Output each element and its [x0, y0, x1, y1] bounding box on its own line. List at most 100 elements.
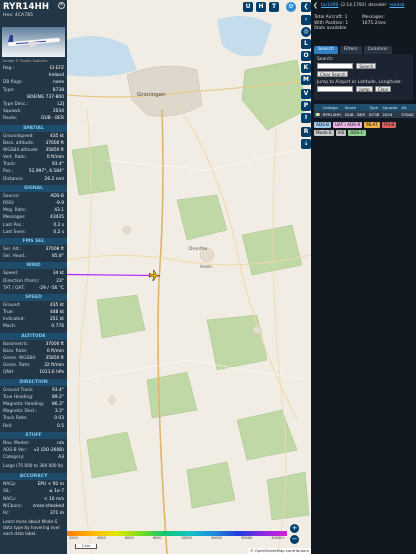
filter-icon[interactable]: ⇣ [301, 139, 311, 149]
callsign[interactable]: RYR14HH [3, 2, 64, 12]
column-header[interactable]: Type [368, 103, 382, 111]
direction-value: 93.4° [52, 387, 64, 393]
info-header: RYR14HH Hex: 4CA785 ✕ [0, 0, 67, 20]
tab-columns[interactable]: Columns [363, 45, 392, 54]
settings-gear-icon[interactable]: ⚙ [286, 2, 296, 12]
zoom-in-button[interactable]: + [290, 524, 299, 533]
registration-value: 2034 [52, 109, 64, 115]
accuracy-label: Rc: [3, 511, 10, 516]
wind-block: Speed: 34 kt Direction (from): 23° TAT / OAT… [0, 270, 67, 292]
altitude-value: 32 ft/min [44, 363, 64, 369]
aircraft-photo[interactable] [2, 27, 65, 57]
search-button[interactable]: Search [356, 62, 377, 69]
map-button-t[interactable]: T [269, 2, 279, 12]
expand-icon[interactable]: › [301, 15, 311, 25]
search-input[interactable] [317, 62, 353, 69]
collapse-sidebar-icon[interactable]: ❮ [301, 2, 311, 12]
altitude-tick: 20000 [211, 536, 222, 540]
legend-chip: Mode-S [314, 129, 334, 136]
accuracy-label: SIL: [3, 489, 12, 495]
photo-wing [28, 42, 40, 47]
accuracy-value: EPU < 92 m [37, 482, 64, 488]
version-link[interactable]: tar1090 [321, 3, 338, 8]
collapse-arrow-icon[interactable]: ❮ [313, 2, 318, 9]
accuracy-row: Rc: 371 m [0, 510, 67, 517]
column-header[interactable]: Alt [400, 103, 416, 111]
tab-search[interactable]: Search [314, 45, 338, 54]
cell-callsign: RYR14HH [321, 110, 344, 118]
map-button-o[interactable]: O [301, 51, 311, 61]
registration-row: Type: B738 [0, 87, 67, 94]
stats-available-link[interactable]: Stats available [314, 26, 362, 32]
altitude-tick: 8000 [152, 536, 162, 540]
accuracy-row: NICbaro: cross-checked [0, 503, 67, 510]
search-panel: Search: Search Clear Search Jump to Airp… [314, 53, 413, 100]
road [106, 149, 298, 171]
place-label: Groningen [137, 92, 166, 98]
signal-row: Last Seen: 0.2 s [0, 229, 67, 236]
map-attribution[interactable]: © OpenStreetMap contributors [248, 548, 311, 554]
registration-label: DB flags: [3, 80, 23, 86]
altitude-value: 0 ft/min [46, 348, 64, 354]
map-button-i[interactable]: I [301, 113, 311, 123]
fms-row: Sel. Alt.: 37008 ft [0, 246, 67, 253]
direction-value: 86.3° [52, 401, 64, 407]
registration-value: BOEING 737-800 [27, 94, 64, 100]
town-area [107, 395, 117, 405]
layers-icon[interactable]: ◎ [301, 27, 311, 37]
map-button-p[interactable]: P [301, 101, 311, 111]
direction-row: Magnetic Decl.: 3.3° [0, 408, 67, 415]
table-row[interactable]: RYR14HH DUB - BER B738 2034 37000 [314, 110, 416, 118]
road [76, 359, 308, 381]
decoder-link[interactable]: readsb [390, 3, 405, 8]
forest-area [96, 294, 146, 339]
registration-value: EI-EFZ [50, 66, 64, 71]
direction-label: True Heading: [3, 394, 34, 400]
lake-shape [67, 36, 137, 77]
spatial-row: WGS84 altitude: 35850 ft [0, 147, 67, 154]
altitude-row: Baro. Rate: 0 ft/min [0, 348, 67, 355]
altitude-row: Geom. WGS84: 35850 ft [0, 355, 67, 362]
spatial-value: 0 ft/min [46, 155, 64, 161]
map-button-v[interactable]: V [301, 89, 311, 99]
hex-code: Hex: 4CA785 [3, 13, 33, 18]
table-header-row: Callsign Route Type Squawk Alt [314, 103, 416, 111]
column-header[interactable]: Squawk [381, 103, 401, 111]
fms-label: Sel. Alt.: [3, 246, 22, 252]
registration-value: DUB - BER [41, 116, 64, 122]
clear-search-button[interactable]: Clear Search [317, 71, 349, 78]
spatial-row: Vert. Rate: 0 ft/min [0, 154, 67, 161]
clear-jump-button[interactable]: Clear [374, 85, 392, 92]
direction-row: Magnetic Heading: 86.3° [0, 401, 67, 408]
map-button-h[interactable]: H [256, 2, 266, 12]
map-button-r[interactable]: R [301, 127, 311, 137]
map-button-u[interactable]: U [243, 2, 253, 12]
registration-value: Ireland [48, 73, 64, 79]
legend-chip: MLAT [364, 121, 380, 128]
column-header[interactable]: Callsign [321, 103, 344, 111]
jump-input[interactable] [317, 85, 353, 92]
map-button-k[interactable]: K [301, 63, 311, 73]
column-header[interactable] [314, 103, 322, 111]
jump-button[interactable]: Jump [356, 85, 373, 92]
registration-label: Type: [3, 87, 15, 93]
altitude-label: Geom. WGS84: [3, 356, 37, 361]
close-icon[interactable]: ✕ [58, 2, 65, 9]
spatial-row: Distance: 26.2 nmi [0, 176, 67, 183]
tab-filters[interactable]: Filters [339, 45, 362, 54]
zoom-out-button[interactable]: − [290, 535, 299, 544]
direction-label: Track Rate: [3, 416, 28, 422]
map-view[interactable]: Groningen Drenthe Assen U H T ⚙ ❮ › ◎ L … [67, 0, 311, 554]
speed-value: 448 kt [49, 310, 64, 316]
map-button-l[interactable]: L [301, 39, 311, 49]
photo-credit[interactable]: Image © Radim Koblizka [0, 57, 67, 65]
signal-label: Last Pos.: [3, 222, 24, 228]
registration-label: Route: [3, 116, 18, 122]
altitude-label: Geom. Rate: [3, 363, 31, 369]
map-control-column: › ◎ L O K M V P I R ⇣ [301, 15, 311, 151]
wind-value: 34 kt [52, 271, 64, 277]
map-button-m[interactable]: M [301, 75, 311, 85]
column-header[interactable]: Route [343, 103, 369, 111]
map-canvas[interactable]: Groningen Drenthe Assen [67, 0, 311, 554]
signal-label: Messages: [3, 215, 27, 221]
